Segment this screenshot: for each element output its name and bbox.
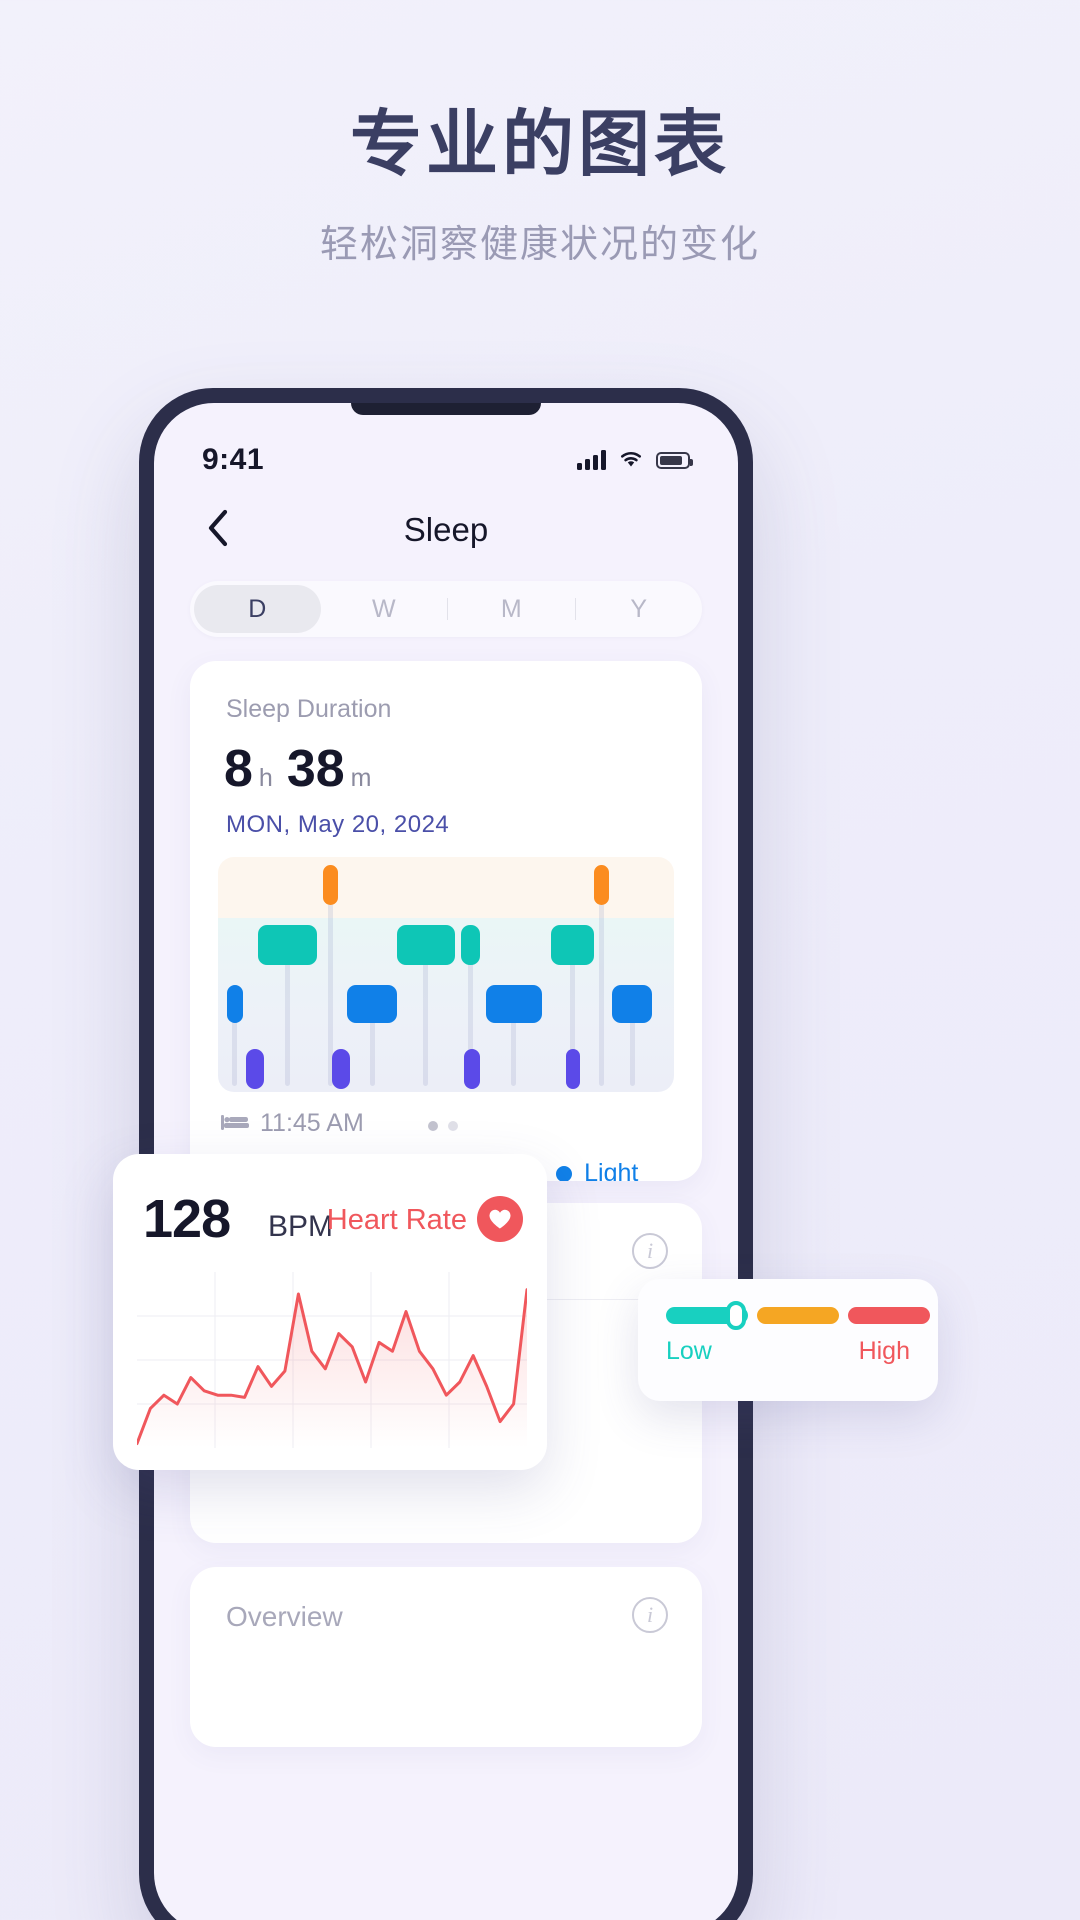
sleep-stage-bar[interactable] — [593, 865, 610, 905]
duration-minutes: 38 — [286, 740, 345, 798]
sleep-duration-card[interactable]: Sleep Duration 8 h 38 m MON, May 20, 202… — [190, 661, 702, 1181]
sleep-stage-bar[interactable] — [486, 985, 542, 1023]
info-icon[interactable]: i — [632, 1597, 668, 1633]
sleep-stage-bar[interactable] — [566, 1049, 581, 1089]
gauge-low-label: Low — [666, 1337, 712, 1365]
sleep-stage-bar[interactable] — [347, 985, 397, 1023]
chevron-left-icon — [206, 508, 230, 553]
tab-year[interactable]: Y — [576, 585, 703, 633]
tab-day[interactable]: D — [194, 585, 321, 633]
duration-hours: 8 — [224, 740, 253, 798]
nav-title: Sleep — [403, 511, 489, 548]
sleep-stage-bar[interactable] — [227, 985, 243, 1023]
heart-rate-svg — [135, 1272, 529, 1448]
duration-hours-unit: h — [258, 764, 273, 792]
sleep-stage-bar[interactable] — [461, 925, 480, 965]
period-segmented-control[interactable]: D W M Y — [190, 581, 702, 637]
sleep-stage-bar[interactable] — [332, 1049, 351, 1089]
intensity-gauge-card[interactable]: Low High — [638, 1279, 938, 1401]
wifi-icon — [618, 448, 644, 473]
sleep-stage-chart[interactable] — [218, 857, 674, 1092]
gauge-segment-high[interactable] — [848, 1307, 930, 1324]
gauge-segment-medium[interactable] — [757, 1307, 839, 1324]
duration-minutes-unit: m — [350, 764, 372, 792]
promo-header: 专业的图表 轻松洞察健康状况的变化 — [0, 104, 1080, 268]
status-bar: 9:41 — [154, 439, 738, 481]
sleep-stage-bar[interactable] — [396, 925, 456, 965]
sleep-stage-bar[interactable] — [612, 985, 653, 1023]
carousel-dots[interactable] — [428, 1121, 458, 1131]
sleep-stage-bar[interactable] — [322, 865, 339, 905]
legend-item-light: Light — [556, 1159, 638, 1181]
overview-card[interactable]: Overview i — [190, 1567, 702, 1747]
heart-rate-chart[interactable] — [135, 1272, 529, 1448]
heart-rate-value: 128 — [143, 1189, 231, 1249]
tab-month[interactable]: M — [448, 585, 575, 633]
chart-footer: 11:45 AM — [220, 1109, 672, 1138]
heart-rate-card[interactable]: 128 BPM Heart Rate — [113, 1154, 547, 1470]
gauge-knob[interactable] — [726, 1301, 746, 1330]
overview-title: Overview — [226, 1601, 343, 1632]
page-subtitle: 轻松洞察健康状况的变化 — [319, 223, 760, 266]
sleep-duration-label: Sleep Duration — [226, 695, 392, 723]
bed-time: 11:45 AM — [260, 1109, 364, 1137]
back-button[interactable] — [198, 508, 238, 553]
sleep-stage-bar[interactable] — [245, 1049, 265, 1089]
status-bar-icons — [577, 448, 693, 473]
heart-rate-unit: BPM — [268, 1210, 334, 1243]
sleep-date: MON, May 20, 2024 — [226, 811, 450, 838]
sleep-stage-bar[interactable] — [464, 1049, 480, 1089]
page-title: 专业的图表 — [349, 105, 730, 185]
sleep-duration-value: 8 h 38 m — [224, 739, 386, 799]
sleep-stage-bar[interactable] — [550, 925, 594, 965]
legend-label-light: Light — [584, 1159, 639, 1181]
bed-icon — [220, 1110, 250, 1137]
heart-rate-title: Heart Rate — [326, 1204, 467, 1236]
heart-icon — [477, 1196, 523, 1242]
sleep-stage-bar[interactable] — [258, 925, 317, 965]
info-icon[interactable]: i — [632, 1233, 668, 1269]
phone-notch — [351, 403, 541, 415]
gauge-bar-group[interactable] — [666, 1307, 930, 1324]
status-bar-time: 9:41 — [202, 443, 265, 476]
tab-week[interactable]: W — [321, 585, 448, 633]
gauge-high-label: High — [858, 1337, 910, 1365]
nav-bar: Sleep — [154, 497, 738, 563]
signal-icon — [577, 450, 606, 470]
battery-icon — [656, 451, 693, 469]
